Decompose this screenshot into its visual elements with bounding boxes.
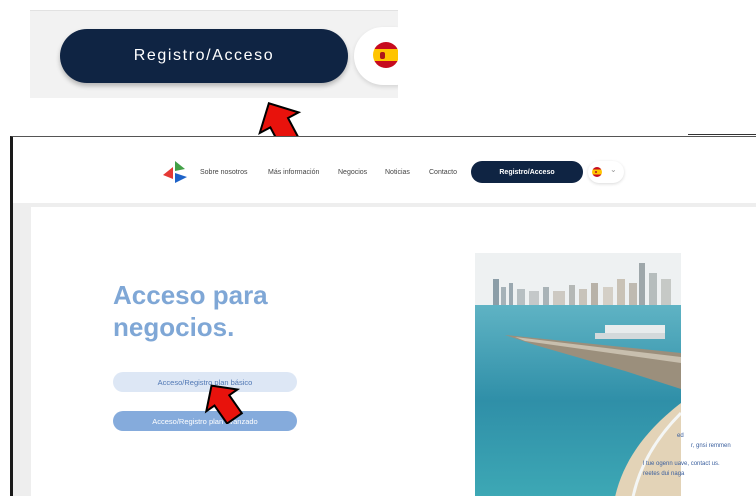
website-screenshot: Sobre nosotros Más información Negocios … — [10, 136, 756, 496]
zoomed-language-selector[interactable] — [354, 27, 398, 85]
chevron-down-icon: ⌄ — [610, 165, 617, 174]
spain-flag-icon — [373, 42, 398, 68]
main-content: Acceso para negocios. Acceso/Registro pl… — [31, 207, 756, 496]
top-navigation: Sobre nosotros Más información Negocios … — [13, 137, 756, 203]
register-access-button[interactable]: Registro/Acceso — [471, 161, 583, 183]
divider-line — [688, 134, 756, 135]
spain-flag-icon — [592, 167, 602, 177]
zoomed-header-crop: Registro/Acceso — [30, 10, 398, 98]
language-selector[interactable]: ⌄ — [588, 161, 624, 183]
overlay-text-2: r, gnsi remmen — [691, 443, 731, 449]
red-arrow-icon — [204, 384, 244, 424]
overlay-text-3: l tue ogenn uave, contact us. — [643, 461, 720, 467]
title-line-1: Acceso para — [113, 280, 268, 310]
overlay-text-1: ed — [677, 433, 684, 439]
page-title: Acceso para negocios. — [113, 279, 373, 343]
nav-link-more-info[interactable]: Más información — [268, 169, 319, 176]
beach-photo — [475, 253, 681, 496]
nav-link-business[interactable]: Negocios — [338, 169, 367, 176]
title-line-2: negocios. — [113, 312, 235, 342]
nav-link-about[interactable]: Sobre nosotros — [200, 169, 247, 176]
nav-link-news[interactable]: Noticias — [385, 169, 410, 176]
zoomed-register-access-button[interactable]: Registro/Acceso — [60, 29, 348, 83]
overlay-text-4: reetes dui naga — [643, 471, 685, 477]
nav-link-contact[interactable]: Contacto — [429, 169, 457, 176]
company-logo-icon — [163, 161, 187, 183]
